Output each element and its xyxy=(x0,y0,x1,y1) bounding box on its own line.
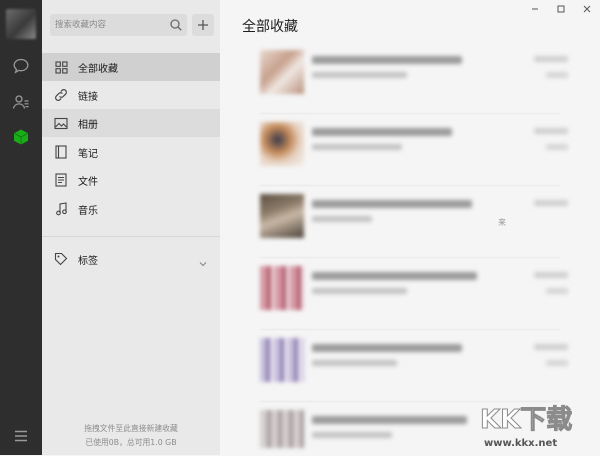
tag-icon xyxy=(54,252,68,266)
storage-usage-text: 已使用0B，总可用1.0 GB xyxy=(85,438,177,447)
close-icon xyxy=(583,5,591,13)
item-title xyxy=(312,272,477,280)
item-title xyxy=(312,56,462,64)
list-separator xyxy=(260,185,560,186)
minimize-button[interactable] xyxy=(522,0,548,18)
menu-icon[interactable] xyxy=(9,424,33,448)
item-title xyxy=(312,344,462,352)
window-controls xyxy=(522,0,600,18)
favorites-cube-icon[interactable] xyxy=(9,125,33,149)
item-date xyxy=(534,344,568,350)
list-separator xyxy=(260,113,560,114)
item-thumbnail xyxy=(260,266,304,310)
item-source xyxy=(312,72,407,78)
item-title xyxy=(312,128,452,136)
maximize-button[interactable] xyxy=(548,0,574,18)
favorites-list-area: 全部收藏 来 xyxy=(220,0,600,455)
item-meta xyxy=(546,288,568,294)
page-title: 全部收藏 xyxy=(242,19,298,35)
list-item[interactable] xyxy=(242,260,578,326)
plus-icon xyxy=(198,20,208,30)
menu-item-album[interactable]: 相册 xyxy=(42,109,220,137)
menu-item-label: 音乐 xyxy=(78,205,98,217)
item-date xyxy=(534,56,568,62)
item-thumbnail xyxy=(260,410,304,448)
item-source xyxy=(312,360,397,366)
list-item[interactable] xyxy=(242,188,578,254)
item-meta xyxy=(546,72,568,78)
menu-item-notes[interactable]: 笔记 xyxy=(42,138,220,166)
drop-hint-text: 拖拽文件至此直接新建收藏 xyxy=(84,424,178,433)
menu-item-label: 文件 xyxy=(78,176,98,188)
minimize-icon xyxy=(532,8,538,10)
contacts-icon[interactable] xyxy=(9,90,33,114)
add-favorite-button[interactable] xyxy=(192,14,214,36)
item-thumbnail xyxy=(260,194,304,238)
file-icon xyxy=(54,173,68,187)
menu-item-files[interactable]: 文件 xyxy=(42,166,220,194)
chevron-down-icon[interactable] xyxy=(198,254,208,267)
avatar[interactable] xyxy=(6,9,36,39)
item-thumbnail xyxy=(260,50,304,94)
item-date xyxy=(534,200,568,206)
list-item[interactable] xyxy=(242,332,578,398)
close-button[interactable] xyxy=(574,0,600,18)
list-separator xyxy=(260,257,560,258)
item-source xyxy=(312,144,402,150)
list-item[interactable] xyxy=(242,116,578,182)
menu-item-label: 全部收藏 xyxy=(78,63,118,75)
menu-item-music[interactable]: 音乐 xyxy=(42,195,220,223)
chat-icon[interactable] xyxy=(9,54,33,78)
image-icon xyxy=(54,116,68,130)
search-input[interactable] xyxy=(50,14,169,36)
item-source xyxy=(312,288,407,294)
item-source xyxy=(312,216,372,222)
notebook-icon xyxy=(54,145,68,159)
favorites-nav-panel: 全部收藏 链接 相册 笔记 文件 音乐 标签 xyxy=(42,0,220,455)
grid-icon xyxy=(54,60,68,74)
menu-item-all-favorites[interactable]: 全部收藏 xyxy=(42,53,220,81)
menu-item-tags[interactable]: 标签 xyxy=(42,245,220,273)
watermark-url: www.kkx.net xyxy=(484,438,557,449)
item-date xyxy=(534,128,568,134)
menu-item-label: 笔记 xyxy=(78,148,98,160)
item-thumbnail xyxy=(260,122,304,166)
maximize-icon xyxy=(557,5,565,13)
item-thumbnail xyxy=(260,338,304,382)
link-icon xyxy=(54,88,68,102)
sidebar-rail xyxy=(0,0,42,455)
menu-item-label: 链接 xyxy=(78,91,98,103)
watermark-brand: KK下载 xyxy=(480,405,572,435)
item-date xyxy=(534,272,568,278)
list-item[interactable] xyxy=(242,44,578,110)
item-meta xyxy=(546,144,568,150)
tags-label: 标签 xyxy=(78,255,98,267)
item-title xyxy=(312,200,472,208)
item-source-partial: 来 xyxy=(498,218,506,227)
item-meta xyxy=(546,360,568,366)
site-watermark: KK下载 www.kkx.net xyxy=(478,398,596,452)
menu-item-links[interactable]: 链接 xyxy=(42,81,220,109)
list-separator xyxy=(260,329,560,330)
menu-item-label: 相册 xyxy=(78,119,98,131)
item-title xyxy=(312,416,467,424)
search-icon[interactable] xyxy=(168,17,184,33)
music-icon xyxy=(54,202,68,216)
search-box xyxy=(50,14,187,36)
item-source xyxy=(312,432,392,438)
menu-divider xyxy=(42,236,220,237)
